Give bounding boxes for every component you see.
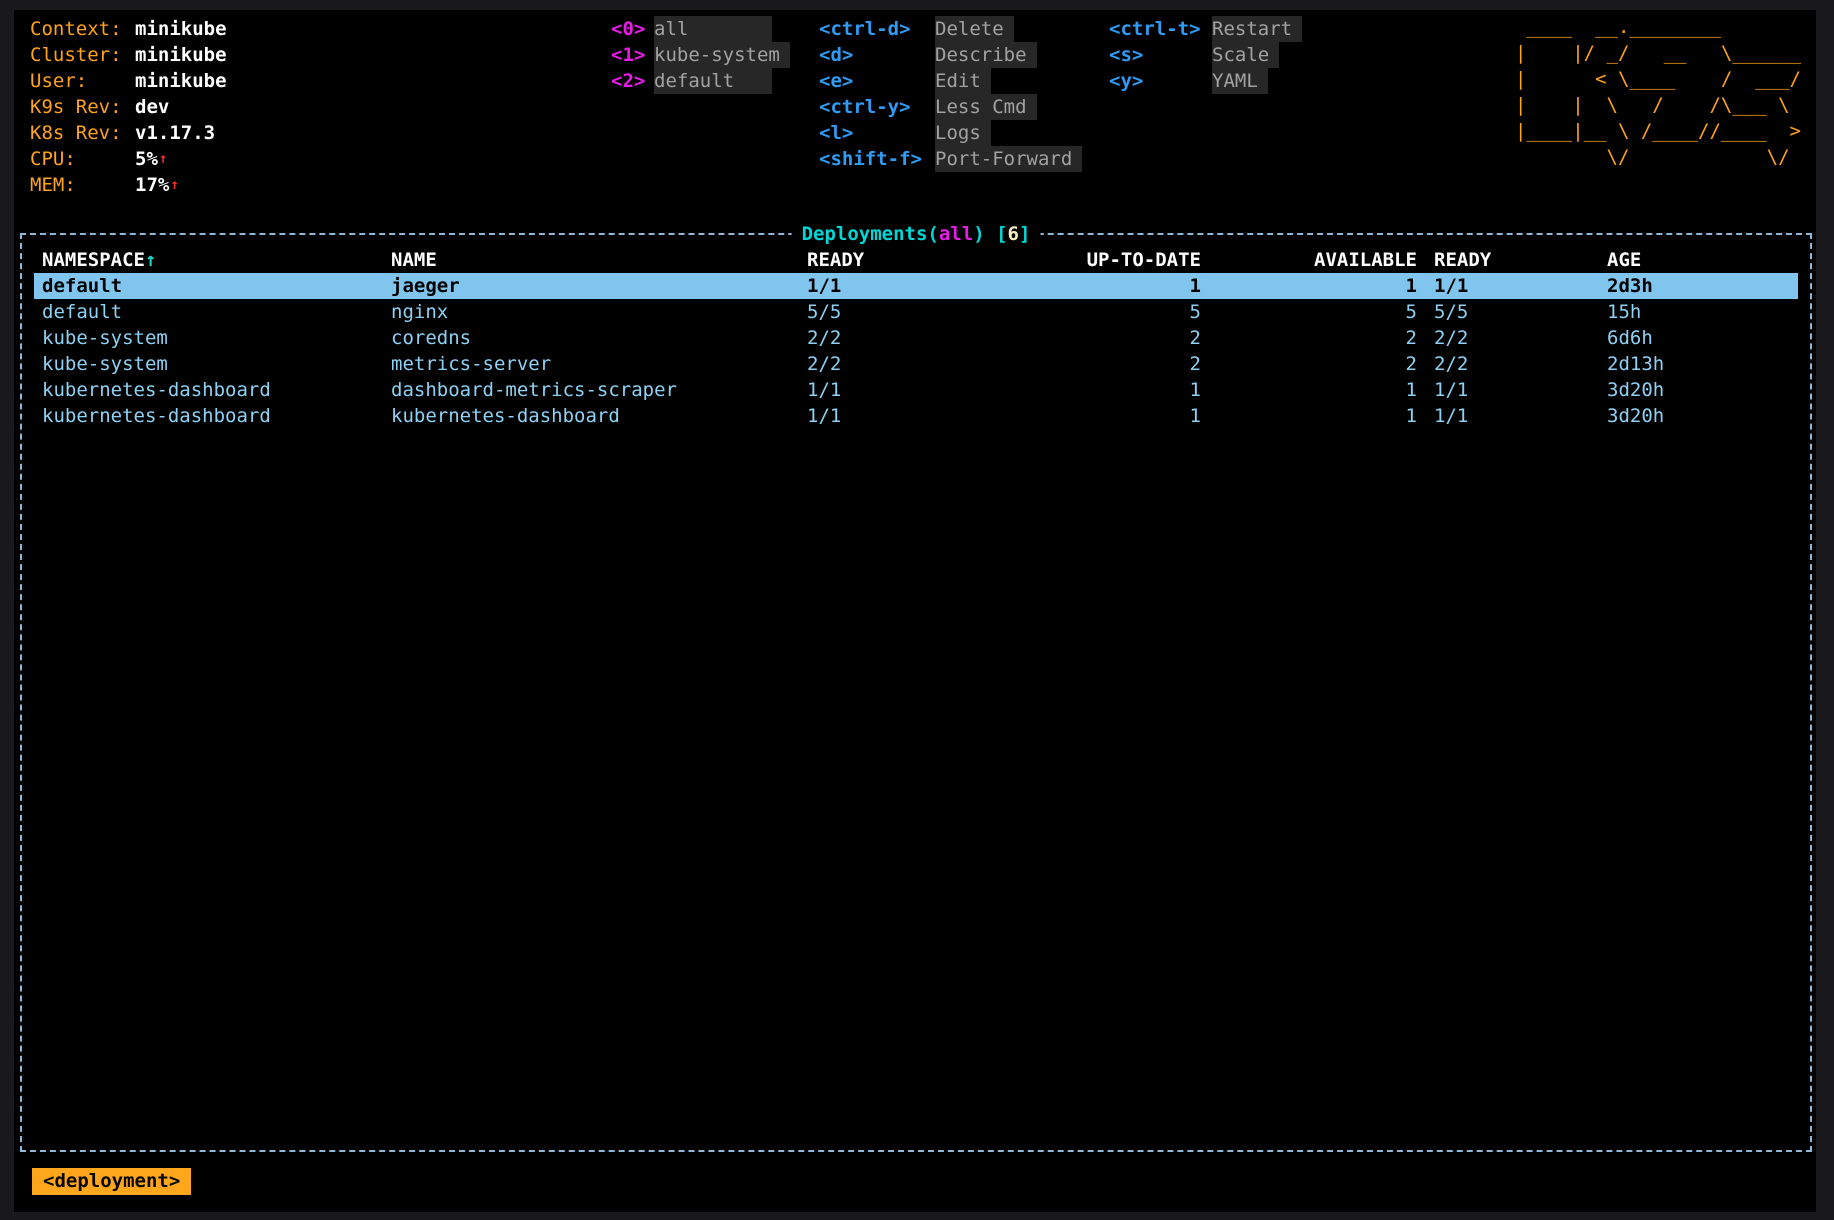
info-label: K9s Rev: <box>30 94 135 120</box>
column-header-name: NAME <box>391 247 807 273</box>
info-label: K8s Rev: <box>30 120 135 146</box>
hotkey-label: Restart <box>1212 16 1302 42</box>
table-title-count: 6 <box>1008 223 1019 245</box>
table-header-row: NAMESPACE↑ NAME READY UP-TO-DATE AVAILAB… <box>34 247 1798 273</box>
hotkey-describe[interactable]: <d>Describe <box>819 42 1082 68</box>
namespace-item-all[interactable]: <0>all <box>611 16 790 42</box>
hotkeys-right: <ctrl-t>Restart <s>Scale <y>YAML <box>1109 16 1302 94</box>
namespace-label: default <box>654 68 772 94</box>
hotkey-restart[interactable]: <ctrl-t>Restart <box>1109 16 1302 42</box>
info-label: Cluster: <box>30 42 135 68</box>
table-row[interactable]: kubernetes-dashboarddashboard-metrics-sc… <box>34 377 1798 403</box>
hotkeys-left: <ctrl-d>Delete <d>Describe <e>Edit <ctrl… <box>819 16 1082 172</box>
cluster-info-row-k9s-rev: K9s Rev:dev <box>30 94 227 120</box>
hotkey-key: <l> <box>819 120 935 146</box>
table-title-resource: Deployments <box>802 223 928 245</box>
hotkey-label: Less Cmd <box>935 94 1037 120</box>
namespace-menu: <0>all <1>kube-system <2>default <box>611 16 790 94</box>
hotkey-key: <s> <box>1109 42 1212 68</box>
column-header-ready2: READY <box>1417 247 1607 273</box>
hotkey-label: Logs <box>935 120 991 146</box>
cluster-info-row-context: Context:minikube <box>30 16 227 42</box>
table-row[interactable]: kube-systemmetrics-server2/2222/22d13h <box>34 351 1798 377</box>
namespace-label: all <box>654 16 772 42</box>
k9s-terminal: Context:minikube Cluster:minikube User:m… <box>14 10 1816 1212</box>
table-row[interactable]: kubernetes-dashboardkubernetes-dashboard… <box>34 403 1798 429</box>
hotkey-label: Scale <box>1212 42 1279 68</box>
info-value: minikube <box>135 18 227 40</box>
table-title-scope: all <box>939 223 973 245</box>
hotkey-key: <ctrl-d> <box>819 16 935 42</box>
column-header-ready: READY <box>807 247 997 273</box>
hotkey-logs[interactable]: <l>Logs <box>819 120 1082 146</box>
info-label: User: <box>30 68 135 94</box>
info-label: Context: <box>30 16 135 42</box>
namespace-key: <0> <box>611 16 654 42</box>
crumb-deployment[interactable]: <deployment> <box>32 1168 191 1195</box>
hotkey-edit[interactable]: <e>Edit <box>819 68 1082 94</box>
hotkey-key: <y> <box>1109 68 1212 94</box>
namespace-key: <1> <box>611 42 654 68</box>
hotkey-label: Delete <box>935 16 1014 42</box>
hotkey-less-cmd[interactable]: <ctrl-y>Less Cmd <box>819 94 1082 120</box>
namespace-label: kube-system <box>654 42 790 68</box>
info-value: dev <box>135 96 169 118</box>
mem-up-arrow-icon: ↑ <box>170 177 178 193</box>
info-value: minikube <box>135 44 227 66</box>
namespace-item-default[interactable]: <2>default <box>611 68 790 94</box>
namespace-key: <2> <box>611 68 654 94</box>
cluster-info-row-user: User:minikube <box>30 68 227 94</box>
cpu-up-arrow-icon: ↑ <box>159 151 167 167</box>
table-title: Deployments(all) [6] <box>792 220 1041 248</box>
deployments-table-frame: Deployments(all) [6] NAMESPACE↑ NAME REA… <box>20 233 1812 1152</box>
info-value: v1.17.3 <box>135 122 215 144</box>
hotkey-label: Port-Forward <box>935 146 1082 172</box>
hotkey-key: <ctrl-y> <box>819 94 935 120</box>
table-body: NAMESPACE↑ NAME READY UP-TO-DATE AVAILAB… <box>34 247 1798 429</box>
hotkey-key: <e> <box>819 68 935 94</box>
table-row[interactable]: kube-systemcoredns2/2222/26d6h <box>34 325 1798 351</box>
column-header-available: AVAILABLE <box>1201 247 1417 273</box>
cluster-info-row-k8s-rev: K8s Rev:v1.17.3 <box>30 120 227 146</box>
cluster-info: Context:minikube Cluster:minikube User:m… <box>30 16 227 198</box>
cluster-info-row-cluster: Cluster:minikube <box>30 42 227 68</box>
table-row[interactable]: defaultjaeger1/1111/12d3h <box>34 273 1798 299</box>
hotkey-key: <d> <box>819 42 935 68</box>
info-value: minikube <box>135 70 227 92</box>
column-header-namespace: NAMESPACE↑ <box>34 247 391 273</box>
info-value: 17% <box>135 174 169 196</box>
column-header-age: AGE <box>1607 247 1798 273</box>
cluster-info-row-cpu: CPU:5%↑ <box>30 146 227 172</box>
hotkey-label: Edit <box>935 68 991 94</box>
info-value: 5% <box>135 148 158 170</box>
info-label: CPU: <box>30 146 135 172</box>
cluster-info-row-mem: MEM:17%↑ <box>30 172 227 198</box>
table-row[interactable]: defaultnginx5/5555/515h <box>34 299 1798 325</box>
hotkey-label: YAML <box>1212 68 1268 94</box>
hotkey-label: Describe <box>935 42 1037 68</box>
hotkey-yaml[interactable]: <y>YAML <box>1109 68 1302 94</box>
k9s-logo-ascii: ____ __.________ | |/ _/ __ \______ | < … <box>1515 14 1801 170</box>
namespace-item-kube-system[interactable]: <1>kube-system <box>611 42 790 68</box>
sort-ascending-icon: ↑ <box>145 249 156 271</box>
hotkey-port-forward[interactable]: <shift-f>Port-Forward <box>819 146 1082 172</box>
hotkey-delete[interactable]: <ctrl-d>Delete <box>819 16 1082 42</box>
hotkey-scale[interactable]: <s>Scale <box>1109 42 1302 68</box>
info-label: MEM: <box>30 172 135 198</box>
hotkey-key: <ctrl-t> <box>1109 16 1212 42</box>
hotkey-key: <shift-f> <box>819 146 935 172</box>
column-header-up-to-date: UP-TO-DATE <box>997 247 1201 273</box>
